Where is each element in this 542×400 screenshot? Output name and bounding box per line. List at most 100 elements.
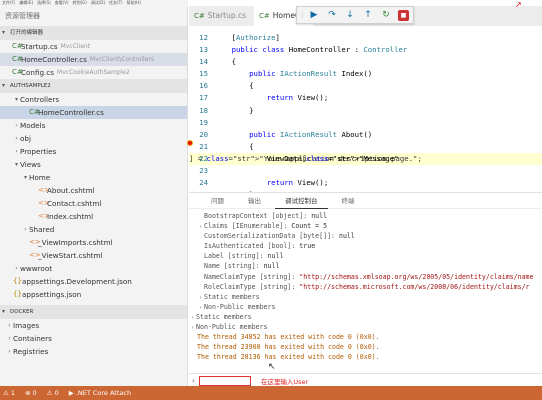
status-left[interactable]: ⚠ 1: [3, 389, 15, 397]
tab-terminal[interactable]: 终端: [332, 193, 365, 209]
tree-item[interactable]: C# HomeController.cs: [0, 106, 187, 119]
breakpoint-icon[interactable]: [187, 140, 193, 146]
tab-output[interactable]: 输出: [238, 193, 271, 209]
chevron-right-icon[interactable]: ›: [6, 319, 13, 332]
restart-icon[interactable]: ↻: [377, 7, 395, 23]
chevron-right-icon[interactable]: ›: [6, 345, 13, 358]
open-editor-name: HomeController.cs: [21, 55, 87, 64]
tree-item[interactable]: <> _ViewImports.cshtml: [0, 236, 187, 249]
tree-item[interactable]: {} appsettings.json: [0, 288, 187, 301]
tree-item[interactable]: › obj: [0, 132, 187, 145]
chevron-right-icon[interactable]: ›: [197, 293, 204, 302]
docker-item[interactable]: › Containers: [0, 332, 187, 345]
debug-variable-row[interactable]: › Static members: [189, 292, 542, 302]
tree-item[interactable]: › Properties: [0, 145, 187, 158]
cs-file-icon: C#: [194, 12, 205, 20]
docker-item[interactable]: › Registries: [0, 345, 187, 358]
tree-item[interactable]: ▾ Views: [0, 158, 187, 171]
open-editor-item[interactable]: C# Startup.cs MvcClient: [0, 40, 187, 53]
tree-item[interactable]: › Shared: [0, 223, 187, 236]
tree-item[interactable]: <> About.cshtml: [0, 184, 187, 197]
open-editor-item[interactable]: C# Config.cs MvcCookieAuthSample2: [0, 66, 187, 79]
line-number: 15: [199, 69, 208, 79]
code-line[interactable]: 20 public IActionResult About(): [189, 129, 542, 141]
chevron-right-icon[interactable]: ›: [13, 145, 20, 158]
stop-icon[interactable]: ■: [398, 9, 409, 21]
continue-icon[interactable]: ▶: [305, 7, 323, 23]
code-line[interactable]: 15 public IActionResult Index(): [189, 68, 542, 80]
chevron-right-icon[interactable]: ›: [197, 222, 204, 231]
debug-variable-row[interactable]: NameClaimType [string]: "http://schemas.…: [189, 272, 542, 282]
code-line[interactable]: 24 return View();: [189, 177, 542, 189]
chevron-down-icon[interactable]: ▾: [13, 158, 20, 171]
code-line[interactable]: 21 {: [189, 141, 542, 153]
status-errors[interactable]: ⊗ 0: [25, 389, 37, 397]
debug-variable-row[interactable]: IsAuthenticated [bool]: true: [189, 241, 542, 251]
debug-variable-row[interactable]: Name [string]: null: [189, 261, 542, 271]
chevron-down-icon[interactable]: ▾: [13, 93, 20, 106]
open-editor-item[interactable]: C# HomeController.cs MvcClient\Controllers: [0, 53, 187, 66]
chevron-right-icon[interactable]: ›: [13, 132, 20, 145]
code-text: public class HomeController : Controller: [231, 45, 408, 55]
debug-console-input[interactable]: [198, 375, 251, 386]
code-line[interactable]: 22 ViewData[class="str">"Message"] = cla…: [189, 152, 542, 166]
docker-section[interactable]: ▾ DOCKER: [0, 305, 187, 319]
open-editors-label: 打开的编辑器: [10, 30, 44, 36]
tree-item[interactable]: <> Contact.cshtml: [0, 197, 187, 210]
tree-item[interactable]: ▾ Home: [0, 171, 187, 184]
debug-variable-row[interactable]: BootstrapContext [object]: null: [189, 211, 542, 221]
annotation-hint: 在这里输入User: [260, 377, 309, 386]
chevron-down-icon: ▾: [2, 29, 6, 36]
chevron-right-icon[interactable]: ›: [22, 223, 29, 236]
status-debug-config[interactable]: ▶ .NET Core Attach: [69, 389, 131, 397]
code-line[interactable]: 16 {: [189, 80, 542, 92]
debug-variable-row[interactable]: CustomSerializationData [byte[]]: null: [189, 231, 542, 241]
code-editor[interactable]: 12 [Authorize] 13 public class HomeContro…: [189, 26, 542, 192]
debug-variable-row[interactable]: › Non-Public members: [189, 302, 542, 312]
tree-item[interactable]: <> Index.cshtml: [0, 210, 187, 223]
tree-item[interactable]: › Models: [0, 119, 187, 132]
step-into-icon[interactable]: ↓: [341, 7, 359, 23]
code-line[interactable]: 12 [Authorize]: [189, 32, 542, 44]
tree-item[interactable]: › wwwroot: [0, 262, 187, 275]
code-line[interactable]: 17 return View();: [189, 92, 542, 104]
docker-item[interactable]: › Images: [0, 319, 187, 332]
tab-debug-console[interactable]: 调试控制台: [275, 193, 328, 209]
tab-problems[interactable]: 问题: [201, 193, 234, 209]
debug-variable-row[interactable]: Label [string]: null: [189, 251, 542, 261]
debug-variable-row[interactable]: › Non-Public members: [189, 322, 542, 332]
tab-startup[interactable]: C# Startup.cs: [189, 6, 254, 26]
step-out-icon[interactable]: ↑: [359, 7, 377, 23]
code-line[interactable]: 23: [189, 165, 542, 177]
code-line[interactable]: 13 public class HomeController : Control…: [189, 44, 542, 56]
open-editor-name: Config.cs: [21, 68, 55, 77]
step-over-icon[interactable]: ↷: [323, 7, 341, 23]
code-line[interactable]: 14 {: [189, 56, 542, 68]
chevron-right-icon[interactable]: ›: [13, 119, 20, 132]
chevron-right-icon[interactable]: ›: [189, 323, 196, 332]
tree-item[interactable]: <> _ViewStart.cshtml: [0, 249, 187, 262]
variable-value: null: [263, 262, 280, 271]
project-section[interactable]: ▾ AUTHSAMPLE2: [0, 79, 187, 93]
variable-name: Name [string]:: [204, 262, 264, 271]
chevron-right-icon[interactable]: ›: [13, 262, 20, 275]
debug-variable-row[interactable]: › Claims [IEnumerable]: Count = 5: [189, 221, 542, 231]
tree-item[interactable]: {} appsettings.Development.json: [0, 275, 187, 288]
debug-variable-row[interactable]: RoleClaimType [string]: "http://schemas.…: [189, 282, 542, 292]
chevron-right-icon[interactable]: ›: [6, 332, 13, 345]
tree-item-label: appsettings.Development.json: [22, 277, 132, 286]
chevron-down-icon[interactable]: ▾: [22, 171, 29, 184]
code-line[interactable]: 18 }: [189, 105, 542, 117]
tree-item-label: Shared: [29, 225, 55, 234]
debug-variable-row[interactable]: › Static members: [189, 312, 542, 322]
tree-item[interactable]: ▾ Controllers: [0, 93, 187, 106]
variable-value: null: [311, 212, 328, 220]
chevron-right-icon[interactable]: ›: [197, 303, 204, 312]
status-warnings[interactable]: ⚠ 0: [47, 389, 59, 397]
code-line[interactable]: 19: [189, 117, 542, 129]
line-number: 17: [199, 93, 208, 103]
variable-name: RoleClaimType [string]:: [204, 282, 300, 291]
open-editors-section[interactable]: ▾ 打开的编辑器: [0, 26, 187, 40]
tree-item-label: About.cshtml: [47, 186, 95, 195]
chevron-right-icon[interactable]: ›: [189, 313, 196, 322]
